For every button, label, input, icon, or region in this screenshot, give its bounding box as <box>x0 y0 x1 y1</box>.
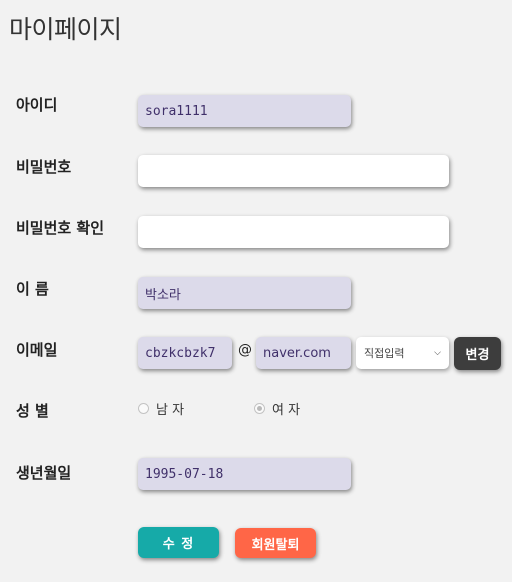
password-label: 비밀번호 <box>16 158 72 176</box>
email-label: 이메일 <box>16 341 58 359</box>
gender-female-label: 여 자 <box>272 403 301 418</box>
password-input[interactable] <box>138 155 449 187</box>
email-local-input[interactable] <box>138 337 232 369</box>
id-input[interactable] <box>138 95 351 127</box>
gender-female-radio[interactable]: 여 자 <box>254 399 300 418</box>
email-domain-select-value: 직접입력 <box>364 347 405 360</box>
chevron-down-icon: ⌵ <box>434 348 441 358</box>
radio-checked-icon <box>254 403 265 414</box>
page-title: 마이페이지 <box>9 15 122 44</box>
birthdate-label: 생년월일 <box>16 464 72 482</box>
gender-male-radio[interactable]: 남 자 <box>138 399 184 418</box>
withdraw-button[interactable]: 회원탈퇴 <box>235 528 316 558</box>
id-label: 아이디 <box>16 96 58 114</box>
gender-male-label: 남 자 <box>156 403 185 418</box>
name-input[interactable] <box>138 277 351 309</box>
gender-label: 성 별 <box>16 402 49 420</box>
edit-button[interactable]: 수 정 <box>138 527 219 558</box>
email-domain-input[interactable] <box>256 337 351 369</box>
radio-unchecked-icon <box>138 403 149 414</box>
email-change-button[interactable]: 변경 <box>454 337 501 370</box>
email-domain-select[interactable]: 직접입력 ⌵ <box>356 337 449 369</box>
password-confirm-label: 비밀번호 확인 <box>16 219 105 237</box>
password-confirm-input[interactable] <box>138 216 449 248</box>
birthdate-input[interactable] <box>138 458 351 490</box>
name-label: 이 름 <box>16 280 49 298</box>
at-sign: @ <box>238 342 252 358</box>
